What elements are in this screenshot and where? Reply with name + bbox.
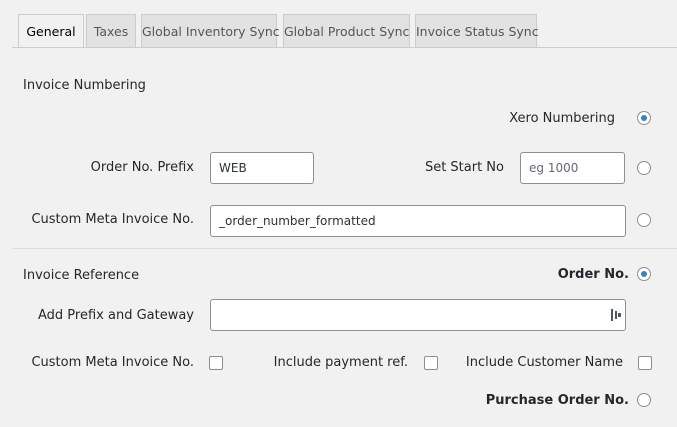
set-start-label: Set Start No — [424, 160, 504, 175]
include-payment-ref-checkbox[interactable] — [424, 356, 438, 370]
ref-custom-meta-label: Custom Meta Invoice No. — [31, 355, 194, 370]
invoice-numbering-heading: Invoice Numbering — [23, 78, 146, 93]
tab-general[interactable]: General — [18, 14, 84, 48]
password-manager-icon[interactable] — [610, 308, 622, 322]
include-customer-name-label: Include Customer Name — [465, 355, 623, 370]
purchase-order-no-label: Purchase Order No. — [485, 393, 629, 408]
add-prefix-gateway-label: Add Prefix and Gateway — [38, 308, 194, 323]
order-no-label: Order No. — [557, 267, 629, 282]
tab-global-inventory-sync[interactable]: Global Inventory Sync — [141, 14, 280, 47]
tab-taxes[interactable]: Taxes — [86, 14, 136, 47]
order-prefix-input[interactable]: WEB — [210, 152, 314, 184]
order-prefix-label: Order No. Prefix — [90, 160, 194, 175]
tab-global-product-sync[interactable]: Global Product Sync — [283, 14, 410, 47]
custom-meta-invoice-input[interactable]: _order_number_formatted — [210, 205, 626, 237]
tab-divider — [12, 47, 677, 48]
tab-bar: General Taxes Global Inventory Sync Glob… — [0, 0, 677, 48]
custom-meta-invoice-label: Custom Meta Invoice No. — [31, 212, 194, 227]
xero-numbering-radio[interactable] — [637, 111, 651, 125]
xero-numbering-label: Xero Numbering — [509, 111, 615, 126]
include-customer-name-checkbox[interactable] — [638, 356, 652, 370]
order-no-radio[interactable] — [637, 267, 651, 281]
custom-meta-invoice-radio[interactable] — [637, 213, 651, 227]
include-payment-ref-label: Include payment ref. — [273, 355, 408, 370]
purchase-order-no-radio[interactable] — [637, 393, 651, 407]
invoice-reference-heading: Invoice Reference — [23, 268, 140, 283]
set-start-radio[interactable] — [637, 161, 651, 175]
add-prefix-gateway-input[interactable] — [210, 299, 626, 331]
ref-custom-meta-checkbox[interactable] — [209, 356, 223, 370]
set-start-input[interactable]: eg 1000 — [520, 152, 625, 184]
section-divider — [12, 248, 677, 249]
tab-invoice-status-sync[interactable]: Invoice Status Sync — [415, 14, 539, 47]
